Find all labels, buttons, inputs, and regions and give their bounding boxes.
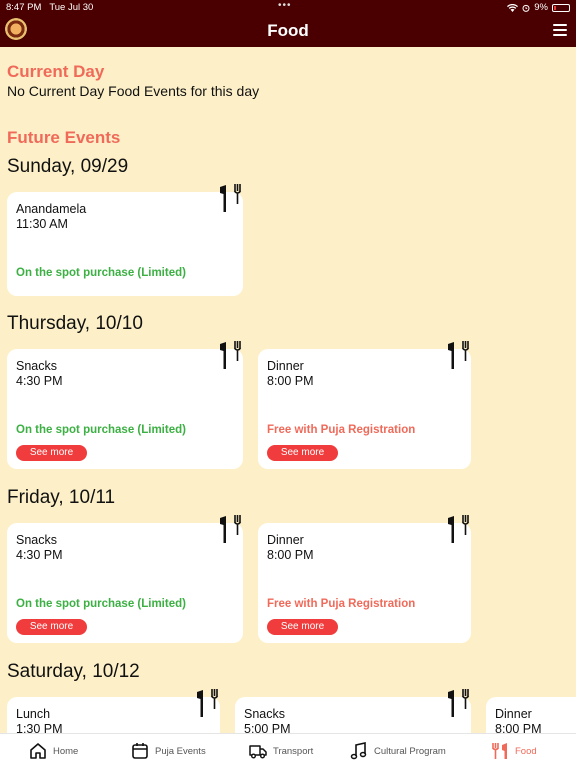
event-card[interactable]: Anandamela 11:30 AM On the spot purchase… <box>7 184 243 296</box>
tab-label: Transport <box>273 745 314 757</box>
calendar-icon <box>132 743 148 759</box>
event-note: Free with Puja Registration <box>267 598 416 610</box>
cutlery-icon <box>448 689 470 717</box>
cutlery-icon <box>220 184 242 212</box>
event-name: Lunch <box>16 707 51 721</box>
day-heading: Thursday, 10/10 <box>7 313 143 334</box>
tab-home[interactable]: Home <box>29 742 78 760</box>
battery-percent: 9% <box>534 2 548 13</box>
day-heading: Friday, 10/11 <box>7 487 116 508</box>
event-time: 5:00 PM <box>244 722 291 733</box>
tab-label: Home <box>53 745 79 757</box>
event-time: 4:30 PM <box>16 374 63 388</box>
hamburger-menu-icon[interactable] <box>553 24 567 36</box>
event-time: 11:30 AM <box>16 217 68 231</box>
cutlery-icon <box>448 341 470 369</box>
truck-icon <box>249 745 267 759</box>
nav-bar: Food <box>0 14 576 47</box>
event-card[interactable]: Dinner 8:00 PM <box>486 697 576 733</box>
event-name: Snacks <box>16 359 57 373</box>
see-more-button[interactable]: See more <box>16 619 87 635</box>
event-name: Dinner <box>495 707 532 721</box>
tab-cultural-program[interactable]: Cultural Program <box>350 742 446 760</box>
cutlery-icon <box>197 689 219 717</box>
event-note: On the spot purchase (Limited) <box>16 267 186 279</box>
wifi-icon <box>507 3 519 12</box>
tab-bar: Home Puja Events Transport Cultural Prog… <box>0 733 576 768</box>
page-title: Food <box>267 21 309 40</box>
tab-label: Food <box>515 745 537 757</box>
see-more-button[interactable]: See more <box>16 445 87 461</box>
no-events-message: No Current Day Food Events for this day <box>7 83 260 99</box>
event-time: 4:30 PM <box>16 548 63 562</box>
event-card[interactable]: Dinner 8:00 PM Free with Puja Registrati… <box>258 341 471 469</box>
event-name: Snacks <box>16 533 57 547</box>
tab-food[interactable]: Food <box>491 742 537 760</box>
day-heading: Saturday, 10/12 <box>7 661 140 682</box>
see-more-button[interactable]: See more <box>267 445 338 461</box>
event-time: 1:30 PM <box>16 722 63 733</box>
tab-label: Puja Events <box>155 745 206 757</box>
event-card[interactable]: Snacks 4:30 PM On the spot purchase (Lim… <box>7 341 243 469</box>
multitasking-dots-icon[interactable]: ••• <box>278 0 292 11</box>
tab-transport[interactable]: Transport <box>249 742 313 760</box>
battery-icon <box>552 3 570 12</box>
event-card[interactable]: Snacks 4:30 PM On the spot purchase (Lim… <box>7 515 243 643</box>
cutlery-icon <box>448 515 470 543</box>
home-icon <box>30 743 46 759</box>
alarm-icon <box>522 4 530 12</box>
event-time: 8:00 PM <box>267 548 314 562</box>
event-name: Snacks <box>244 707 285 721</box>
status-bar: 8:47 PM Tue Jul 30 ••• 9% <box>0 0 576 14</box>
event-card[interactable]: Lunch 1:30 PM <box>7 689 220 733</box>
day-heading: Sunday, 09/29 <box>7 156 129 177</box>
event-name: Anandamela <box>16 202 87 216</box>
event-name: Dinner <box>267 533 304 547</box>
status-time: 8:47 PM Tue Jul 30 <box>6 2 94 13</box>
event-note: On the spot purchase (Limited) <box>16 598 186 610</box>
food-content[interactable]: Current Day No Current Day Food Events f… <box>0 47 576 733</box>
event-card[interactable]: Snacks 5:00 PM <box>235 689 471 733</box>
event-card[interactable]: Dinner 8:00 PM Free with Puja Registrati… <box>258 515 471 643</box>
event-note: Free with Puja Registration <box>267 424 416 436</box>
cutlery-icon <box>491 743 507 759</box>
tab-label: Cultural Program <box>374 745 446 757</box>
event-time: 8:00 PM <box>267 374 314 388</box>
current-day-heading: Current Day <box>7 62 105 81</box>
future-events-heading: Future Events <box>7 128 121 147</box>
cutlery-icon <box>220 515 242 543</box>
tab-puja-events[interactable]: Puja Events <box>131 742 206 760</box>
cutlery-icon <box>220 341 242 369</box>
event-note: On the spot purchase (Limited) <box>16 424 186 436</box>
event-name: Dinner <box>267 359 304 373</box>
see-more-button[interactable]: See more <box>267 619 338 635</box>
event-time: 8:00 PM <box>495 722 542 733</box>
music-note-icon <box>350 742 367 760</box>
